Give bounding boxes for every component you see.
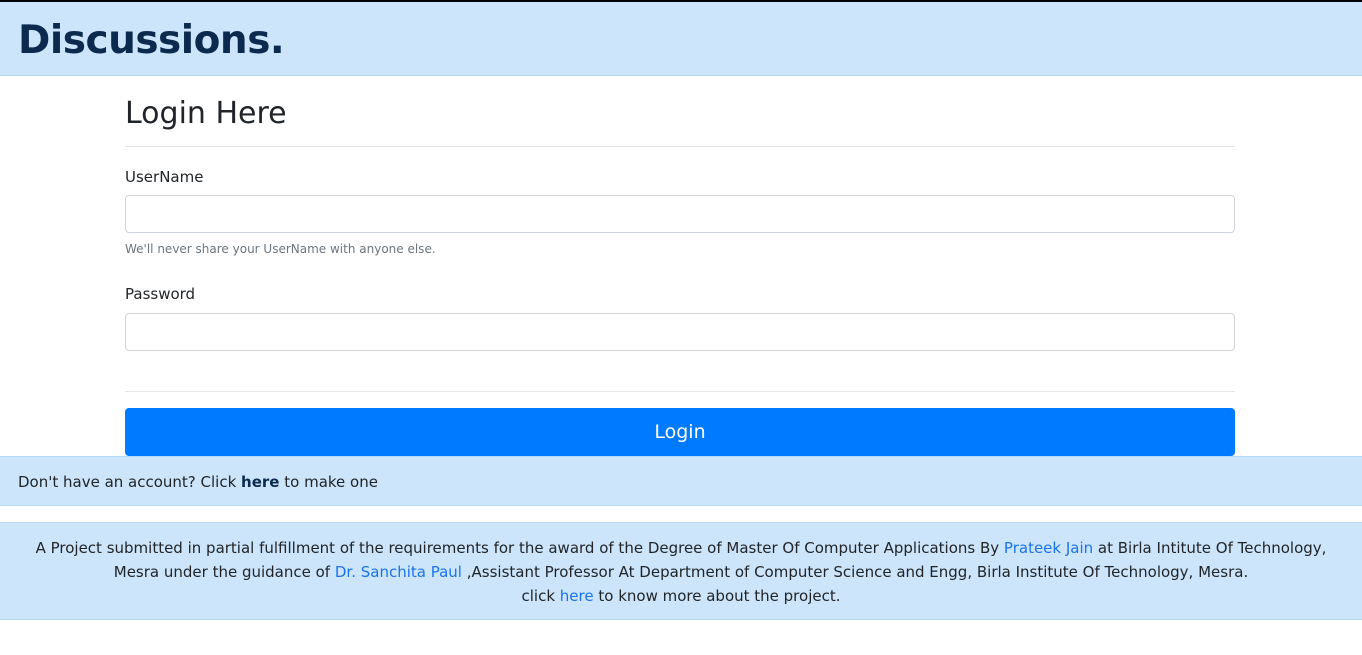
- signup-suffix: to make one: [279, 473, 378, 491]
- author-link[interactable]: Prateek Jain: [1004, 539, 1093, 557]
- footer: A Project submitted in partial fulfillme…: [0, 522, 1362, 620]
- signup-link[interactable]: here: [241, 473, 279, 491]
- username-help-text: We'll never share your UserName with any…: [125, 242, 436, 256]
- footer-text-4: click: [521, 587, 560, 605]
- footer-text: A Project submitted in partial fulfillme…: [20, 536, 1342, 608]
- password-label: Password: [125, 285, 196, 303]
- divider: [125, 391, 1235, 392]
- footer-text-5: to know more about the project.: [593, 587, 841, 605]
- signup-prefix: Don't have an account? Click: [18, 473, 242, 491]
- page-title: Login Here: [125, 96, 287, 131]
- login-button[interactable]: Login: [125, 408, 1235, 456]
- username-label: UserName: [125, 168, 204, 186]
- signup-text: Don't have an account? Click here to mak…: [18, 472, 378, 492]
- footer-text-3: ,Assistant Professor At Department of Co…: [461, 563, 1249, 581]
- divider: [125, 146, 1235, 147]
- username-input[interactable]: [125, 195, 1235, 233]
- project-info-link[interactable]: here: [560, 587, 594, 605]
- password-input[interactable]: [125, 313, 1235, 351]
- navbar: Discussions.: [0, 2, 1362, 76]
- guide-link[interactable]: Dr. Sanchita Paul: [335, 563, 462, 581]
- brand-logo[interactable]: Discussions.: [18, 18, 285, 64]
- footer-text-1: A Project submitted in partial fulfillme…: [35, 539, 1004, 557]
- signup-bar: Don't have an account? Click here to mak…: [0, 456, 1362, 506]
